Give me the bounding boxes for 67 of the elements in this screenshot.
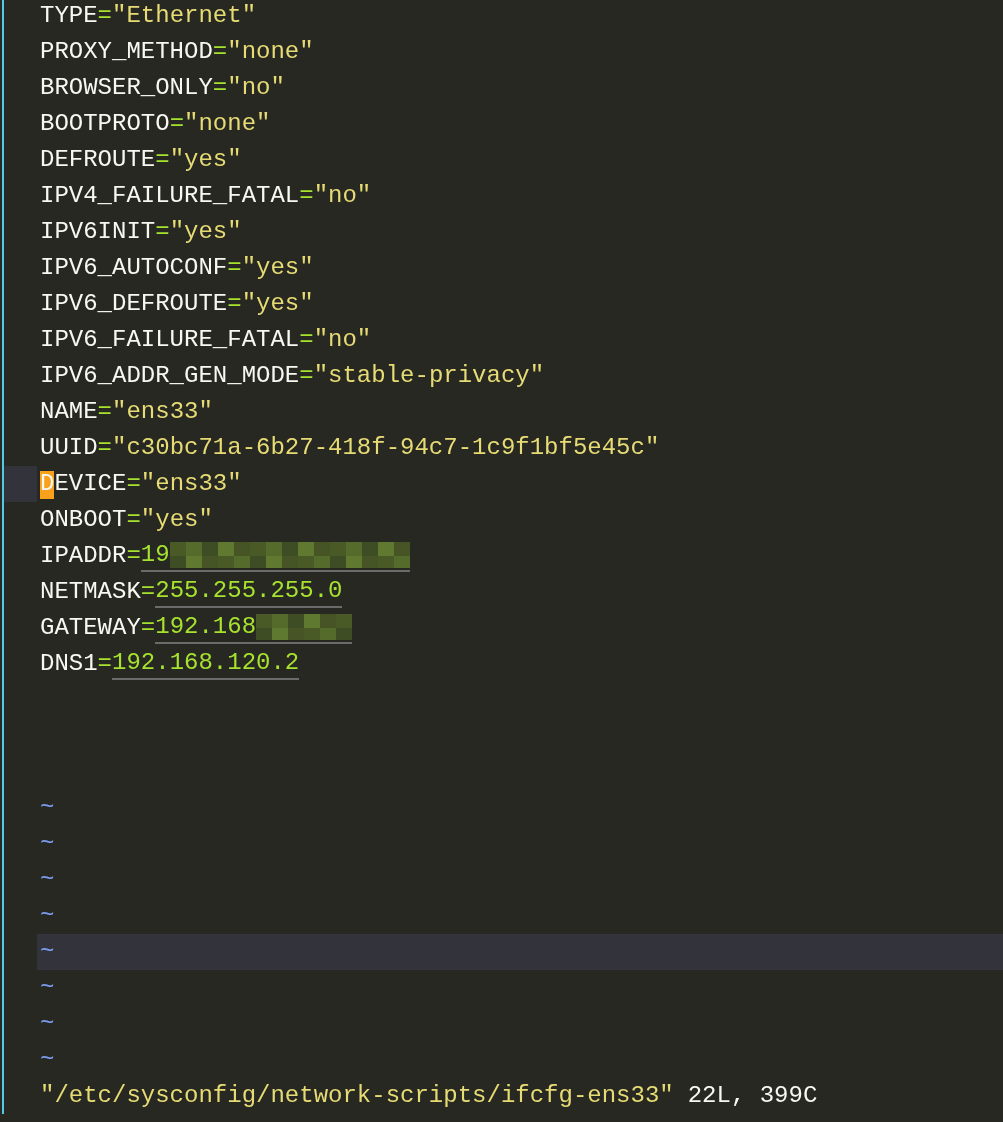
config-value: "yes" [169,217,242,247]
equals-sign: = [227,253,242,283]
config-key: GATEWAY [40,614,141,641]
equals-sign: = [126,541,141,571]
config-value: "yes" [241,289,314,319]
config-key: IPV6_DEFROUTE [40,290,228,317]
tilde-marker: ~ [40,829,55,859]
tilde-marker: ~ [40,865,55,895]
equals-sign: = [299,325,314,355]
config-value: "ens33" [112,397,213,427]
config-key: IPV6_ADDR_GEN_MODE [40,362,300,389]
tilde-marker: ~ [40,973,55,1003]
config-value: "yes" [241,253,314,283]
config-value: 19 [140,540,170,570]
config-key: DEFROUTE [40,146,156,173]
equals-sign: = [155,145,170,175]
tilde-marker: ~ [40,937,55,967]
config-key: DNS1 [40,650,98,677]
config-value: "Ethernet" [112,1,257,31]
equals-sign: = [169,109,185,139]
config-key: IPV6_FAILURE_FATAL [40,326,300,353]
config-value: 255.255.255.0 [155,576,343,606]
equals-sign: = [140,613,156,643]
config-key: ONBOOT [40,506,127,533]
tilde-marker: ~ [40,1045,55,1075]
config-value: "no" [313,325,372,355]
config-value: "no" [313,181,372,211]
equals-sign: = [212,73,228,103]
config-key: NAME [40,398,98,425]
equals-sign: = [299,361,314,391]
config-key: TYPE [40,2,98,29]
config-value: "yes" [140,505,213,535]
equals-sign: = [97,649,112,679]
config-key: IPV6_AUTOCONF [40,254,228,281]
equals-sign: = [97,397,112,427]
config-value: "ens33" [140,469,242,499]
config-value: "none" [227,37,314,67]
file-path: "/etc/sysconfig/network-scripts/ifcfg-ens33" [40,1081,674,1111]
tilde-marker: ~ [40,1009,55,1039]
equals-sign: = [227,289,242,319]
config-key: IPV4_FAILURE_FATAL [40,182,300,209]
config-value: 192.168.120.2 [112,648,300,678]
config-key: IPV6INIT [40,218,156,245]
equals-sign: = [140,577,156,607]
tilde-marker: ~ [40,793,55,823]
config-key: UUID [40,434,98,461]
config-value: "none" [184,109,271,139]
equals-sign: = [97,433,112,463]
equals-sign: = [212,37,228,67]
config-key: BOOTPROTO [40,110,170,137]
config-key: IPADDR [40,542,127,569]
equals-sign: = [299,181,314,211]
file-info: 22L, 399C [687,1081,818,1111]
config-value: "no" [227,73,285,103]
config-key: BROWSER_ONLY [40,74,213,101]
config-key: PROXY_METHOD [40,38,213,65]
equals-sign: = [126,469,141,499]
config-value: 192.168 [155,612,257,642]
equals-sign: = [126,505,141,535]
config-value: "yes" [169,145,242,175]
config-key: NETMASK [40,578,141,605]
cursor-line-highlight [4,466,37,502]
equals-sign: = [97,1,112,31]
config-value: "stable-privacy" [313,361,545,391]
tilde-marker: ~ [40,901,55,931]
equals-sign: = [155,217,170,247]
config-value: "c30bc71a-6b27-418f-94c7-1c9f1bf5e45c" [112,433,660,463]
